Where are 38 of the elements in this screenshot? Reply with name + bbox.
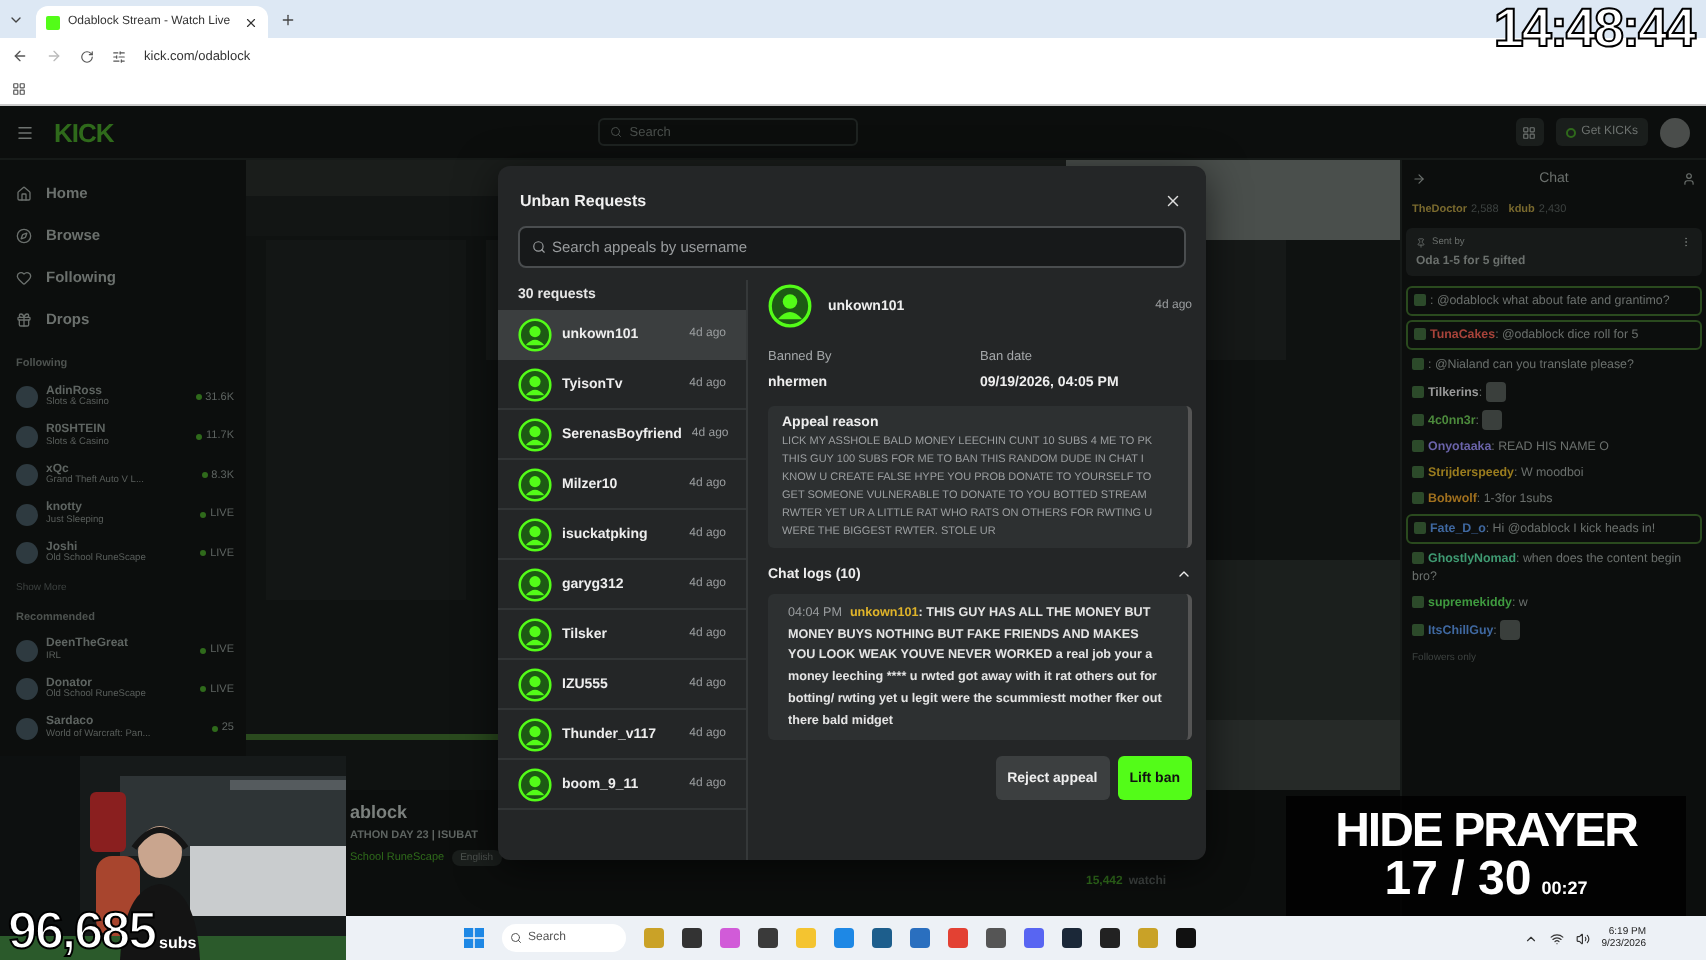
reload-icon[interactable] [80, 49, 94, 63]
channel-avatar [16, 425, 38, 448]
close-tab-icon[interactable] [244, 15, 258, 29]
sub-count: 96,685 [8, 904, 156, 956]
prayer-count: 17 / 30 [1384, 856, 1532, 904]
channel-title: ablock [350, 802, 410, 822]
home-icon [16, 185, 32, 201]
channel-avatar [16, 639, 38, 662]
gift-icon [16, 311, 32, 327]
grid-icon [1522, 125, 1537, 139]
windows-start-icon[interactable] [464, 928, 484, 948]
compass-icon [16, 227, 32, 243]
heart-icon [16, 269, 32, 285]
subs-label: subs [159, 934, 197, 952]
new-tab-icon[interactable] [280, 11, 296, 27]
search-icon [609, 126, 622, 138]
theater-button[interactable] [1515, 118, 1544, 146]
kick-logo[interactable]: KICK [54, 117, 114, 147]
site-settings-icon[interactable] [112, 49, 126, 63]
collapse-icon[interactable] [1412, 171, 1426, 185]
channel-avatar [16, 678, 38, 701]
apps-icon[interactable] [12, 82, 26, 96]
profile-avatar[interactable] [1660, 117, 1690, 147]
tray-expand-icon[interactable] [1523, 931, 1538, 945]
overlay-clock: 14:48:44 [1493, 2, 1694, 56]
pin-icon [1416, 237, 1426, 247]
channel-avatar [16, 503, 38, 526]
overlay-title: HIDE PRAYER [1335, 808, 1637, 856]
channel-avatar [16, 717, 38, 740]
wifi-icon[interactable] [1549, 931, 1564, 945]
channel-avatar [16, 464, 38, 487]
channel-avatar [16, 386, 38, 409]
volume-icon[interactable] [1575, 931, 1590, 945]
search-icon [510, 932, 522, 944]
menu-icon[interactable] [16, 123, 34, 141]
overlay-timer: 00:27 [1541, 878, 1588, 898]
channel-avatar [16, 542, 38, 565]
back-icon[interactable] [12, 48, 28, 64]
